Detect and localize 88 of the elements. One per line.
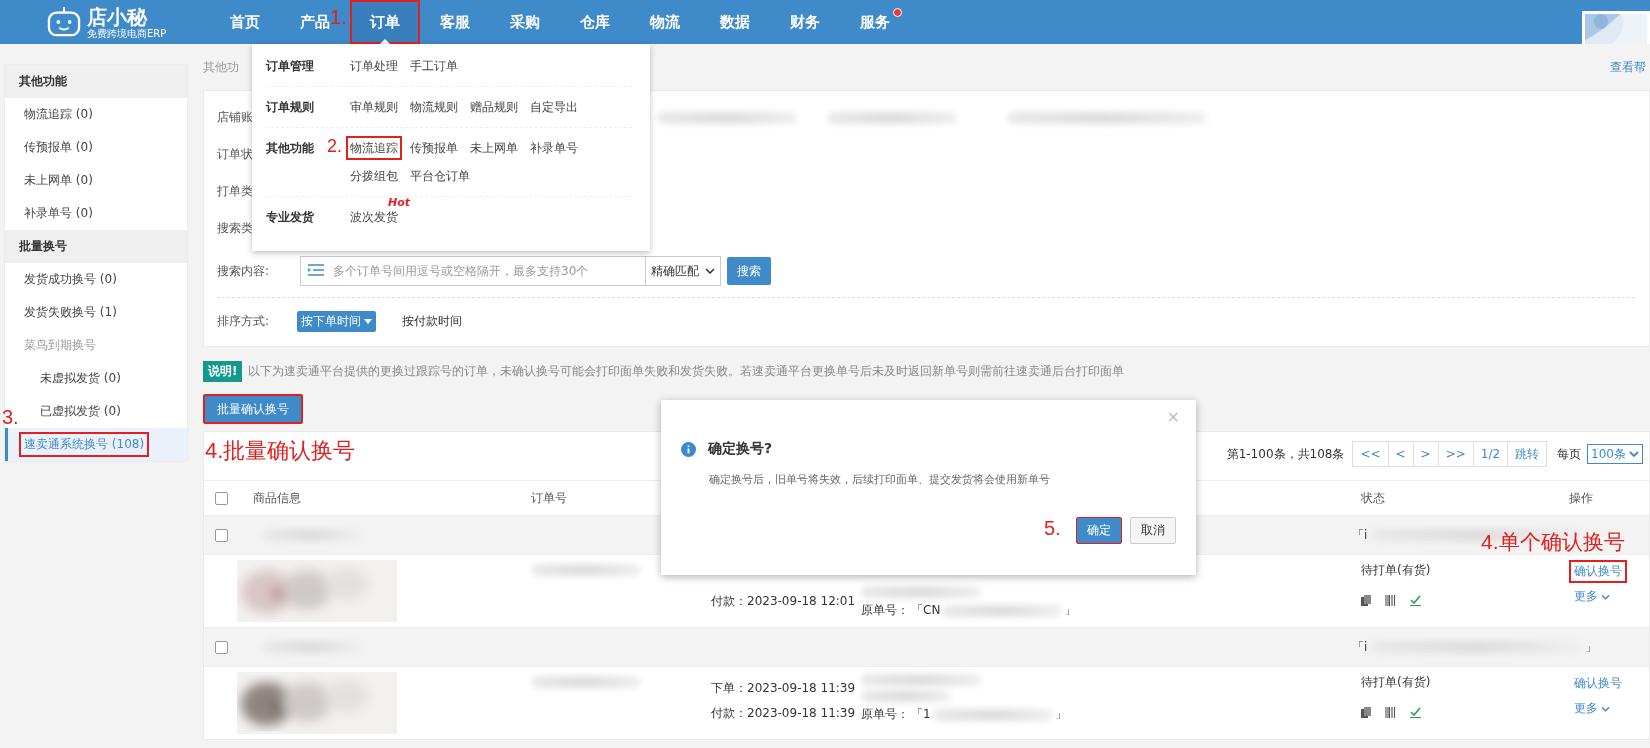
menu-group-title: 订单管理 [266,58,314,75]
breadcrumb: 其他功 [203,58,239,76]
dialog-message: 确定换号后，旧单号将失效，后续打印面单、提交发货将会使用新单号 [709,472,1051,487]
menu-link[interactable]: 审单规则 [346,95,402,119]
order-ref: 「i [1352,638,1368,656]
sidebar-heading: 批量换号 [5,230,187,263]
annotation-number: 5. [1044,517,1061,540]
bulk-confirm-button[interactable]: 批量确认换号 [203,394,303,424]
menu-link[interactable]: 波次发货 [346,205,402,229]
search-field[interactable]: 多个订单号间用逗号或空格隔开，最多支持30个 [300,256,646,286]
original-number-label: 原单号： [861,602,909,619]
confirm-link[interactable]: 确认换号 [1569,672,1627,695]
filter-label: 排序方式: [217,314,270,328]
column-header: 商品信息 [253,490,301,505]
menu-group-title: 订单规则 [266,99,314,116]
help-link[interactable]: 查看帮 [1610,58,1646,76]
logo-tagline: 免费跨境电商ERP [87,27,167,39]
menu-link[interactable]: 物流追踪 [346,136,402,160]
sort-option[interactable]: 按下单时间 [297,311,376,332]
order-time: 付款：2023-09-18 12:01 [711,593,857,610]
filter-label: 搜索内容: [217,263,270,278]
nav-tab[interactable]: 采购 [490,0,560,44]
nav-tab[interactable]: 服务 [840,0,910,44]
filter-label: 订单状 [217,147,253,161]
nav-tab[interactable]: 仓库 [560,0,630,44]
annotation-text: 4.单个确认换号 [1481,529,1625,555]
column-header: 状态 [1361,490,1385,505]
original-number: 「CN [911,602,941,619]
notice-tag: 说明! [203,361,243,382]
nav-tab[interactable]: 财务 [770,0,840,44]
confirm-button[interactable]: 确定 [1076,517,1122,544]
column-header: 操作 [1569,490,1593,505]
order-time: 下单：2023-09-18 11:39 [711,680,857,697]
confirm-link[interactable]: 确认换号 [1569,560,1627,583]
match-select[interactable]: 精确匹配 [646,256,721,286]
original-number-label: 原单号： [861,706,909,723]
sidebar-heading: 其他功能 [5,65,187,98]
menu-group-title: 其他功能 [266,140,314,157]
nav-tab[interactable]: 客服 [420,0,490,44]
order-status: 待打单(有货) [1361,562,1432,579]
menu-link[interactable]: 未上网单 [466,136,522,160]
filter-label: 店铺账 [217,110,253,124]
menu-group-title: 专业发货 [266,209,314,226]
filter-label: 搜索类 [217,221,253,235]
menu-link[interactable]: 订单处理 [346,54,402,78]
nav-tab[interactable]: 订单 [350,0,420,44]
menu-link[interactable]: 物流规则 [406,95,462,119]
per-page-label: 每页 [1557,445,1582,463]
menu-link[interactable]: 手工订单 [406,54,462,78]
logo-name: 店小秘 [87,5,149,28]
page-summary: 第1-100条，共108条 [1226,445,1345,463]
cancel-button[interactable]: 取消 [1130,517,1176,544]
sidebar-item[interactable]: 物流追踪 (0) [2,98,187,131]
filter-label: 打单类 [217,184,253,198]
menu-link[interactable]: 平台仓订单 [406,164,474,188]
order-status: 待打单(有货) [1361,674,1432,691]
menu-link[interactable]: 传预报单 [406,136,462,160]
order-ref-end: 」 [1585,638,1598,656]
original-number: 「1 [911,706,931,723]
more-menu[interactable]: 更多 [1569,585,1615,608]
order-time: 付款：2023-09-18 11:39 [711,705,857,722]
menu-link[interactable]: 补录单号 [526,136,582,160]
original-number-end: 」 [1064,602,1077,619]
sidebar-item[interactable]: 传预报单 (0) [2,131,187,164]
annotation-number: 1. [330,6,347,28]
annotation-number: 2. [327,136,342,156]
sidebar-item[interactable]: 发货失败换号 (1) [2,296,187,329]
more-menu[interactable]: 更多 [1569,697,1615,720]
original-number-end: 」 [1054,706,1067,723]
sort-option[interactable]: 按付款时间 [398,311,466,332]
notice-text: 以下为速卖通平台提供的更换过跟踪号的订单，未确认换号可能会打印面单失败和发货失败。若速卖通平台更换单号后未及时返回新单号则需前往速卖通后台打印面单 [248,363,1125,380]
dialog-title: 确定换号? [708,440,773,458]
menu-link[interactable]: 赠品规则 [466,95,522,119]
sidebar-item[interactable]: 补录单号 (0) [2,197,187,230]
search-button[interactable]: 搜索 [727,257,771,285]
annotation-text: 4.批量确认换号 [205,437,356,465]
sidebar-item[interactable]: 未上网单 (0) [2,164,187,197]
annotation-number: 3. [2,406,19,429]
order-ref: 「i [1352,526,1368,544]
sidebar-item[interactable]: 速卖通系统换号 (108) [5,428,187,461]
per-page-select[interactable]: 100条 [1587,444,1643,464]
nav-tab[interactable]: 物流 [630,0,700,44]
menu-link[interactable]: 分拨组包 [346,164,402,188]
nav-tab[interactable]: 数据 [700,0,770,44]
menu-link[interactable]: 自定导出 [526,95,582,119]
column-header: 订单号 [531,490,567,505]
nav-tab[interactable]: 首页 [210,0,280,44]
sidebar-item[interactable]: 发货成功换号 (0) [2,263,187,296]
